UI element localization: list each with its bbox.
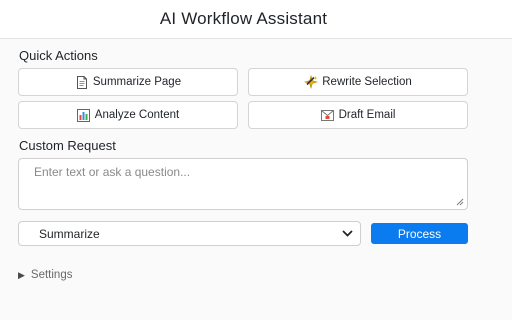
rewrite-selection-label: Rewrite Selection — [322, 76, 412, 88]
draft-email-label: Draft Email — [338, 109, 396, 121]
disclosure-triangle-icon: ▶ — [18, 269, 25, 280]
rewrite-selection-button[interactable]: Rewrite Selection — [248, 68, 468, 96]
draft-email-button[interactable]: Draft Email — [248, 101, 468, 129]
mode-select[interactable]: Summarize — [18, 221, 361, 246]
summarize-page-label: Summarize Page — [92, 76, 182, 88]
quick-actions-grid: Summarize Page Rewrite Selection Analyze… — [18, 68, 468, 129]
analyze-content-button[interactable]: Analyze Content — [18, 101, 238, 129]
chevron-down-icon — [342, 230, 353, 237]
resize-handle-icon[interactable] — [456, 198, 464, 206]
custom-request-field — [18, 158, 468, 210]
analyze-content-label: Analyze Content — [94, 109, 180, 121]
mode-select-value: Summarize — [39, 226, 100, 241]
settings-toggle[interactable]: ▶ Settings — [18, 269, 72, 281]
sparkle-icon — [304, 75, 319, 89]
envelope-icon — [321, 108, 335, 122]
header: AI Workflow Assistant — [0, 0, 512, 39]
custom-request-input[interactable] — [19, 159, 467, 209]
bar-chart-icon — [77, 108, 91, 122]
page-title: AI Workflow Assistant — [159, 9, 328, 28]
summarize-page-button[interactable]: Summarize Page — [18, 68, 238, 96]
custom-request-title: Custom Request — [19, 138, 116, 153]
settings-label: Settings — [30, 269, 73, 281]
assistant-panel: AI Workflow Assistant Quick Actions Summ… — [0, 0, 512, 320]
quick-actions-title: Quick Actions — [19, 48, 98, 63]
process-button[interactable]: Process — [371, 223, 468, 244]
document-icon — [75, 75, 89, 89]
